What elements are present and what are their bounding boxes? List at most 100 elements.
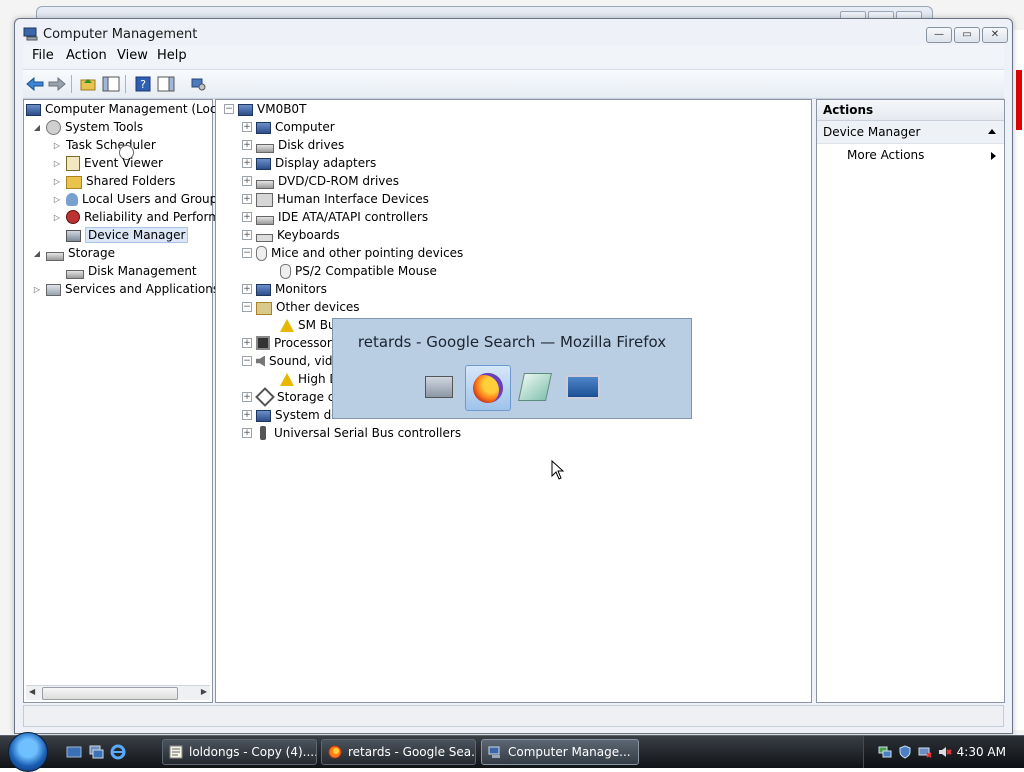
expanded-arrow-icon[interactable]: ◢ xyxy=(32,122,42,132)
expand-box-icon[interactable]: + xyxy=(242,392,252,402)
taskbar-button-firefox[interactable]: retards - Google Sea... xyxy=(321,739,476,765)
expand-box-icon[interactable]: + xyxy=(242,158,252,168)
menu-file[interactable]: File xyxy=(32,48,54,63)
collapse-box-icon[interactable]: − xyxy=(224,104,234,114)
actions-section-device-manager[interactable]: Device Manager xyxy=(817,121,1004,144)
device-category-storage-controllers[interactable]: + Storage co xyxy=(242,387,342,407)
expand-box-icon[interactable]: + xyxy=(242,122,252,132)
tree-label: Other devices xyxy=(276,300,360,314)
collapsed-arrow-icon[interactable]: ▷ xyxy=(32,284,42,294)
tree-item-local-users-and-groups[interactable]: ▷ Local Users and Groups xyxy=(52,190,224,208)
device-category-sound[interactable]: − Sound, vid xyxy=(242,352,332,370)
help-icon[interactable]: ? xyxy=(133,74,153,94)
device-category-disk-drives[interactable]: + Disk drives xyxy=(242,136,344,154)
device-category-monitors[interactable]: + Monitors xyxy=(242,280,327,298)
tree-item-task-scheduler[interactable]: ▷ Task Scheduler xyxy=(52,136,156,160)
tree-item-system-tools[interactable]: ◢ System Tools xyxy=(32,118,143,136)
internet-explorer-icon[interactable] xyxy=(110,744,126,760)
expand-box-icon[interactable]: + xyxy=(242,410,252,420)
collapse-section-icon[interactable] xyxy=(988,129,996,134)
device-high-definition-audio[interactable]: High D xyxy=(280,370,339,388)
forward-arrow-icon[interactable] xyxy=(47,74,67,94)
tree-item-disk-management[interactable]: Disk Management xyxy=(66,262,197,280)
close-button[interactable]: ✕ xyxy=(982,27,1008,43)
collapsed-arrow-icon[interactable]: ▷ xyxy=(52,140,62,150)
device-category-system-devices[interactable]: + System de xyxy=(242,406,339,424)
network-icon[interactable] xyxy=(878,745,892,759)
maximize-button[interactable]: ▭ xyxy=(954,27,980,43)
submenu-arrow-icon[interactable] xyxy=(991,152,996,160)
device-category-usb[interactable]: + Universal Serial Bus controllers xyxy=(242,424,461,442)
tree-item-storage[interactable]: ◢ Storage xyxy=(32,244,115,262)
show-hide-console-tree-icon[interactable] xyxy=(101,74,121,94)
services-icon xyxy=(46,284,61,296)
processor-icon xyxy=(256,336,270,350)
expanded-arrow-icon[interactable]: ◢ xyxy=(32,248,42,258)
network-status-icon[interactable] xyxy=(918,745,932,759)
scrollbar-thumb[interactable] xyxy=(42,687,178,700)
expand-box-icon[interactable]: + xyxy=(242,338,252,348)
tree-item-computer-management[interactable]: Computer Management (Local xyxy=(26,100,227,118)
menu-help[interactable]: Help xyxy=(157,48,187,63)
collapse-box-icon[interactable]: − xyxy=(242,248,252,258)
collapse-box-icon[interactable]: − xyxy=(242,302,252,312)
device-ps2-mouse[interactable]: PS/2 Compatible Mouse xyxy=(280,262,437,280)
start-button[interactable] xyxy=(8,732,48,772)
taskbar-button-computer-management[interactable]: Computer Manage... xyxy=(481,739,639,765)
device-category-keyboards[interactable]: + Keyboards xyxy=(242,226,340,244)
expand-box-icon[interactable]: + xyxy=(242,140,252,150)
device-category-hid[interactable]: + Human Interface Devices xyxy=(242,190,429,208)
collapsed-arrow-icon[interactable]: ▷ xyxy=(52,158,62,168)
expand-box-icon[interactable]: + xyxy=(242,428,252,438)
security-shield-icon[interactable] xyxy=(898,745,912,759)
device-category-mice[interactable]: − Mice and other pointing devices xyxy=(242,244,463,262)
switcher-item-desktop[interactable] xyxy=(561,365,605,409)
menu-view[interactable]: View xyxy=(117,48,148,63)
tree-item-device-manager[interactable]: Device Manager xyxy=(66,226,189,244)
device-category-computer[interactable]: + Computer xyxy=(242,118,335,136)
device-category-processors[interactable]: + Processors xyxy=(242,334,338,352)
show-hide-action-pane-icon[interactable] xyxy=(156,74,176,94)
device-tree-root[interactable]: − VM0B0T xyxy=(224,100,306,118)
reliability-icon xyxy=(66,210,80,224)
expand-box-icon[interactable]: + xyxy=(242,176,252,186)
tree-label: SM Bu xyxy=(298,318,336,332)
volume-muted-icon[interactable] xyxy=(938,745,952,759)
taskbar-button-notepad[interactable]: loldongs - Copy (4).... xyxy=(162,739,317,765)
collapsed-arrow-icon[interactable]: ▷ xyxy=(52,194,62,204)
tree-item-reliability[interactable]: ▷ Reliability and Performa xyxy=(52,208,227,226)
device-category-ide[interactable]: + IDE ATA/ATAPI controllers xyxy=(242,208,428,226)
clock[interactable]: 4:30 AM xyxy=(957,745,1006,759)
back-arrow-icon[interactable] xyxy=(25,74,45,94)
speaker-icon xyxy=(256,355,265,367)
expand-box-icon[interactable]: + xyxy=(242,284,252,294)
minimize-button[interactable]: — xyxy=(926,27,952,43)
device-category-dvd-cd-rom[interactable]: + DVD/CD-ROM drives xyxy=(242,172,399,190)
menu-action[interactable]: Action xyxy=(66,48,107,63)
actions-pane: Actions Device Manager More Actions xyxy=(816,99,1005,703)
device-category-other-devices[interactable]: − Other devices xyxy=(242,298,360,316)
switcher-item-notebook[interactable] xyxy=(513,365,557,409)
scroll-right-arrow-icon[interactable]: ▶ xyxy=(201,687,207,696)
tree-item-services-and-applications[interactable]: ▷ Services and Applications xyxy=(32,280,219,298)
up-folder-icon[interactable] xyxy=(78,74,98,94)
switcher-item-computer-management[interactable] xyxy=(417,365,461,409)
collapsed-arrow-icon[interactable]: ▷ xyxy=(52,212,62,222)
device-sm-bus[interactable]: SM Bu xyxy=(280,316,336,334)
switch-windows-icon[interactable] xyxy=(88,744,104,760)
tree-item-event-viewer[interactable]: ▷ Event Viewer xyxy=(52,154,163,172)
show-desktop-icon[interactable] xyxy=(66,744,82,760)
tree-item-shared-folders[interactable]: ▷ Shared Folders xyxy=(52,172,175,190)
more-actions-item[interactable]: More Actions xyxy=(847,146,924,164)
horizontal-scrollbar[interactable]: ◀ ▶ xyxy=(26,685,210,700)
system-device-icon xyxy=(256,410,271,422)
collapse-box-icon[interactable]: − xyxy=(242,356,252,366)
device-category-display-adapters[interactable]: + Display adapters xyxy=(242,154,376,172)
device-properties-icon[interactable] xyxy=(188,74,208,94)
expand-box-icon[interactable]: + xyxy=(242,194,252,204)
scroll-left-arrow-icon[interactable]: ◀ xyxy=(29,687,35,696)
expand-box-icon[interactable]: + xyxy=(242,212,252,222)
switcher-item-firefox[interactable] xyxy=(465,365,511,411)
expand-box-icon[interactable]: + xyxy=(242,230,252,240)
collapsed-arrow-icon[interactable]: ▷ xyxy=(52,176,62,186)
